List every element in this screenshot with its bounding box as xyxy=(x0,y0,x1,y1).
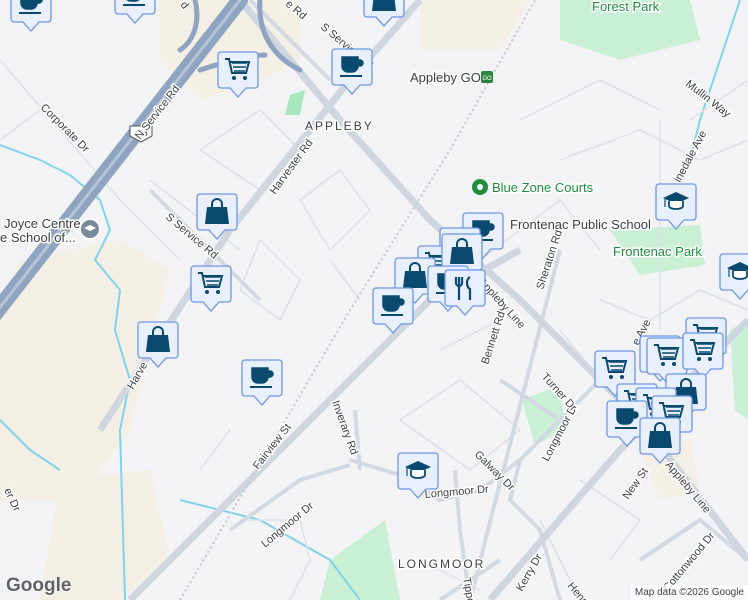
road-label-corporate: Corporate Dr xyxy=(38,102,92,156)
area-label-longmoor: LONGMOOR xyxy=(398,557,485,571)
poi-frontenac-school[interactable]: Frontenac Public School xyxy=(509,216,653,234)
school-marker[interactable] xyxy=(656,184,696,229)
coffee-marker[interactable] xyxy=(11,0,51,31)
svg-text:e School of...: e School of... xyxy=(0,230,76,245)
park-label-frontenac: Frontenac Park xyxy=(613,244,702,259)
coffee-marker[interactable] xyxy=(115,0,155,23)
road-label-n-service: N Service Rd xyxy=(133,83,182,141)
road-label-pinedale: inedale Ave xyxy=(672,129,709,185)
road-label-harvester: Harvester Rd xyxy=(268,137,316,196)
map-attribution[interactable]: Map data ©2026 Google xyxy=(630,585,748,600)
school-marker[interactable] xyxy=(720,254,748,299)
svg-text:Frontenac Public School: Frontenac Public School xyxy=(510,217,651,232)
road-label-mullin: Mullin Way xyxy=(683,78,733,121)
shopping-cart-marker[interactable] xyxy=(683,333,723,378)
coffee-marker[interactable] xyxy=(332,49,372,94)
map-canvas[interactable]: 403 N Service Rd Corporate Dr Harvester … xyxy=(0,0,748,600)
poi-blue-zone-courts[interactable]: Blue Zone Courts xyxy=(472,179,595,197)
svg-text:Joyce Centre: Joyce Centre xyxy=(4,216,81,231)
area-label-appleby: APPLEBY xyxy=(305,119,374,133)
google-logo: Google xyxy=(6,575,72,596)
svg-text:Appleby GO: Appleby GO xyxy=(410,70,481,85)
road-label-bennett: Bennett Rd xyxy=(479,310,507,366)
road-label-sheraton: Sheraton Rd xyxy=(534,228,564,290)
road-label-hend: Hend xyxy=(565,580,591,600)
park-label-forest: Forest Park xyxy=(592,0,660,14)
road-label-new-st: New St xyxy=(621,466,651,502)
shopping-cart-marker[interactable] xyxy=(191,266,231,311)
poi-appleby-go[interactable]: Appleby GO GO xyxy=(409,69,493,87)
svg-text:GO: GO xyxy=(482,76,492,82)
coffee-marker[interactable] xyxy=(242,360,282,405)
svg-text:Blue Zone Courts: Blue Zone Courts xyxy=(492,180,594,195)
poi-joyce-centre[interactable]: Joyce Centre e School of... xyxy=(0,215,101,247)
